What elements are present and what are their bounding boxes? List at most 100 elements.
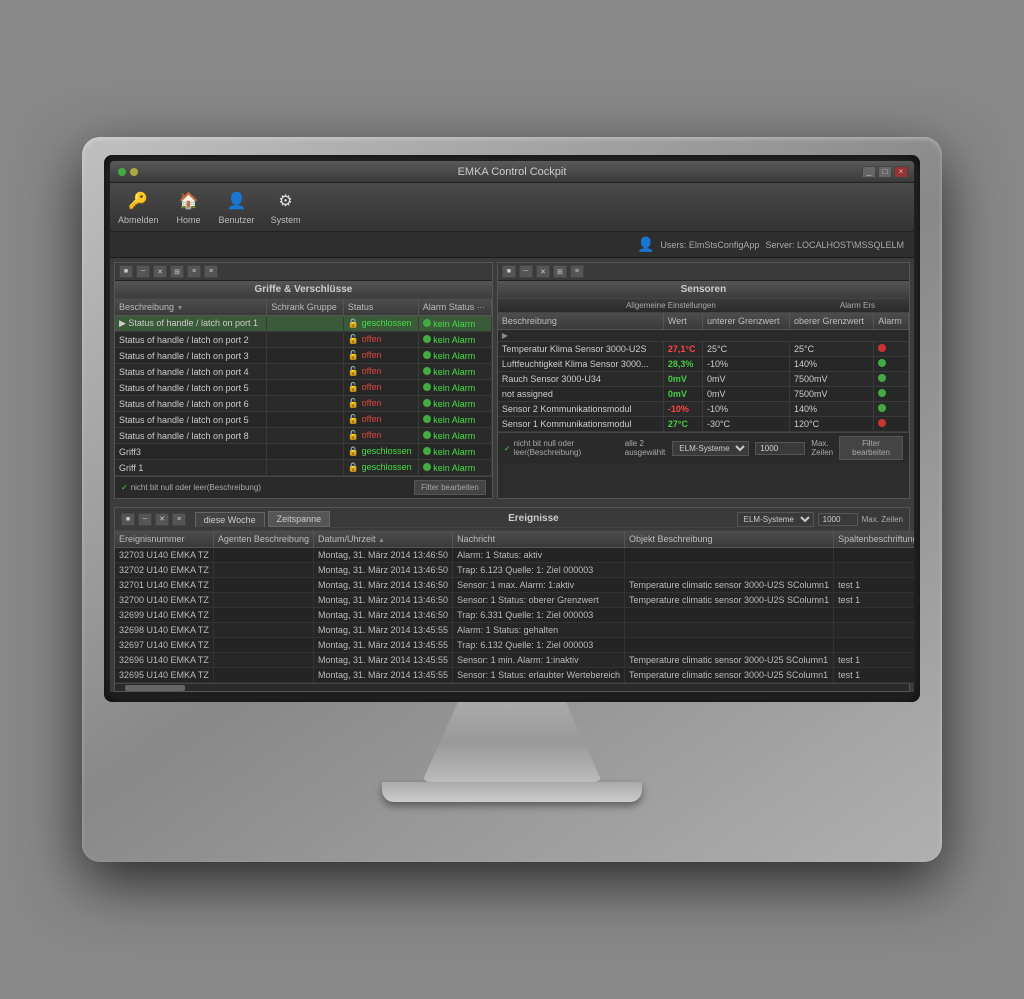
griffe-btn-4[interactable]: ⊞ bbox=[170, 265, 184, 278]
griffe-row[interactable]: Status of handle / latch on port 5 🔓 off… bbox=[115, 412, 491, 428]
toolbar-system[interactable]: ⚙ System bbox=[271, 189, 301, 225]
lock-icon: 🔒 bbox=[348, 462, 359, 472]
ereignisse-row[interactable]: 32697 U140 EMKA TZ Montag, 31. März 2014… bbox=[115, 638, 914, 653]
griffe-alarm: kein Alarm bbox=[418, 460, 491, 476]
sensoren-wert: 0mV bbox=[663, 372, 702, 387]
griffe-row[interactable]: ▶ Status of handle / latch on port 1 🔒 g… bbox=[115, 316, 491, 332]
griffe-btn-1[interactable]: ■ bbox=[119, 265, 133, 278]
sensoren-col-wert[interactable]: Wert bbox=[663, 313, 702, 330]
griffe-row[interactable]: Status of handle / latch on port 5 🔓 off… bbox=[115, 380, 491, 396]
sensoren-btn-1[interactable]: ■ bbox=[502, 265, 516, 278]
ereignisse-nr: 32701 U140 EMKA TZ bbox=[115, 578, 213, 593]
ereignisse-btn-2[interactable]: ─ bbox=[138, 513, 152, 526]
griffe-col-beschreibung[interactable]: Beschreibung ▼ bbox=[115, 299, 267, 316]
sensoren-col-upper[interactable]: oberer Grenzwert bbox=[789, 313, 873, 330]
home-label: Home bbox=[177, 215, 201, 225]
ereignisse-row[interactable]: 32703 U140 EMKA TZ Montag, 31. März 2014… bbox=[115, 548, 914, 563]
ereignisse-btn-4[interactable]: ≡ bbox=[172, 513, 186, 526]
ereignisse-col-nr[interactable]: Ereignisnummer bbox=[115, 531, 213, 548]
sensoren-panel: ■ ─ ✕ ⊞ ≡ Sensoren Allgemeine Einstellun… bbox=[497, 262, 910, 499]
elm-systeme-select[interactable]: ELM-Systeme bbox=[672, 441, 749, 456]
sensoren-btn-4[interactable]: ⊞ bbox=[553, 265, 567, 278]
elm-systeme-select-events[interactable]: ELM-Systeme bbox=[737, 512, 814, 527]
ereignisse-col-obj[interactable]: Objekt Beschreibung bbox=[624, 531, 833, 548]
ereignisse-row[interactable]: 32702 U140 EMKA TZ Montag, 31. März 2014… bbox=[115, 563, 914, 578]
sensoren-col-lower[interactable]: unterer Grenzwert bbox=[702, 313, 789, 330]
griffe-panel: ■ ─ ✕ ⊞ ≡ ≡ Griffe & Verschlüsse bbox=[114, 262, 493, 499]
griffe-btn-3[interactable]: ✕ bbox=[153, 265, 167, 278]
ereignisse-col-datum[interactable]: Datum/Uhrzeit ▲ bbox=[313, 531, 452, 548]
griffe-row[interactable]: Status of handle / latch on port 6 🔓 off… bbox=[115, 396, 491, 412]
ereignisse-btn-3[interactable]: ✕ bbox=[155, 513, 169, 526]
elm-value-input[interactable] bbox=[755, 442, 805, 455]
sensoren-col-beschreibung[interactable]: Beschreibung bbox=[498, 313, 664, 330]
ereignisse-col-col1[interactable]: Spaltenbeschriftung 1 bbox=[834, 531, 914, 548]
abmelden-icon: 🔑 bbox=[124, 189, 152, 213]
sensoren-row[interactable]: not assigned 0mV 0mV 7500mV bbox=[498, 387, 909, 402]
ereignisse-row[interactable]: 32696 U140 EMKA TZ Montag, 31. März 2014… bbox=[115, 653, 914, 668]
ereignisse-col1: test 1 bbox=[834, 653, 914, 668]
benutzer-icon: 👤 bbox=[223, 189, 251, 213]
griffe-row[interactable]: Status of handle / latch on port 8 🔓 off… bbox=[115, 428, 491, 444]
tab-zeitspanne[interactable]: Zeitspanne bbox=[268, 511, 331, 527]
ereignisse-agent bbox=[213, 638, 313, 653]
toolbar-abmelden[interactable]: 🔑 Abmelden bbox=[118, 189, 159, 225]
ereignisse-btn-1[interactable]: ■ bbox=[121, 513, 135, 526]
griffe-row[interactable]: Griff3 🔒 geschlossen kein Alarm bbox=[115, 444, 491, 460]
griffe-desc: Status of handle / latch on port 5 bbox=[115, 380, 267, 396]
griffe-filter-bar: ✓ nicht bit null oder leer(Beschreibung)… bbox=[115, 476, 492, 498]
sensoren-lower: 0mV bbox=[702, 372, 789, 387]
sensoren-row[interactable]: Rauch Sensor 3000-U34 0mV 0mV 7500mV bbox=[498, 372, 909, 387]
sensoren-btn-3[interactable]: ✕ bbox=[536, 265, 550, 278]
griffe-btn-6[interactable]: ≡ bbox=[204, 265, 218, 278]
ereignisse-datum: Montag, 31. März 2014 13:46:50 bbox=[313, 563, 452, 578]
griffe-row[interactable]: Status of handle / latch on port 3 🔓 off… bbox=[115, 348, 491, 364]
scrollbar-thumb[interactable] bbox=[125, 685, 185, 691]
sensoren-btn-2[interactable]: ─ bbox=[519, 265, 533, 278]
griffe-col-status[interactable]: Status bbox=[343, 299, 418, 316]
griffe-row[interactable]: Status of handle / latch on port 2 🔓 off… bbox=[115, 332, 491, 348]
ereignisse-row[interactable]: 32701 U140 EMKA TZ Montag, 31. März 2014… bbox=[115, 578, 914, 593]
ereignisse-scrollbar[interactable] bbox=[115, 683, 909, 691]
benutzer-label: Benutzer bbox=[219, 215, 255, 225]
alarm-dot bbox=[423, 415, 431, 423]
griffe-row[interactable]: Status of handle / latch on port 4 🔓 off… bbox=[115, 364, 491, 380]
ereignisse-col-msg[interactable]: Nachricht bbox=[453, 531, 625, 548]
sensoren-filter-button[interactable]: Filter bearbeiten bbox=[839, 436, 903, 460]
sensoren-row[interactable]: Luftfeuchtigkeit Klima Sensor 3000... 28… bbox=[498, 357, 909, 372]
ereignisse-row[interactable]: 32699 U140 EMKA TZ Montag, 31. März 2014… bbox=[115, 608, 914, 623]
ereignisse-row[interactable]: 32700 U140 EMKA TZ Montag, 31. März 2014… bbox=[115, 593, 914, 608]
sensoren-row[interactable]: Sensor 1 Kommunikationsmodul 27°C -30°C … bbox=[498, 417, 909, 432]
griffe-col-alarm[interactable]: Alarm Status ··· bbox=[418, 299, 491, 316]
griffe-alarm: kein Alarm bbox=[418, 332, 491, 348]
lock-icon: 🔓 bbox=[348, 350, 359, 360]
griffe-row[interactable]: Griff 1 🔒 geschlossen kein Alarm bbox=[115, 460, 491, 476]
griffe-btn-5[interactable]: ≡ bbox=[187, 265, 201, 278]
griffe-col-gruppe[interactable]: Schrank Gruppe bbox=[267, 299, 344, 316]
maximize-button[interactable]: □ bbox=[878, 166, 892, 178]
toolbar-benutzer[interactable]: 👤 Benutzer bbox=[219, 189, 255, 225]
sensoren-upper: 120°C bbox=[789, 417, 873, 432]
sensoren-col-alarm[interactable]: Alarm bbox=[874, 313, 909, 330]
ereignisse-msg: Trap: 6.331 Quelle: 1: Ziel 000003 bbox=[453, 608, 625, 623]
ereignisse-obj bbox=[624, 548, 833, 563]
griffe-gruppe bbox=[267, 348, 344, 364]
ereignisse-col-agent[interactable]: Agenten Beschreibung bbox=[213, 531, 313, 548]
griffe-status: 🔒 geschlossen bbox=[343, 316, 418, 332]
close-button[interactable]: × bbox=[894, 166, 908, 178]
sensoren-row[interactable]: Sensor 2 Kommunikationsmodul -10% -10% 1… bbox=[498, 402, 909, 417]
tab-diese-woche[interactable]: diese Woche bbox=[195, 512, 265, 527]
ereignisse-row[interactable]: 32698 U140 EMKA TZ Montag, 31. März 2014… bbox=[115, 623, 914, 638]
window-controls[interactable]: _ □ × bbox=[862, 166, 908, 178]
toolbar-home[interactable]: 🏠 Home bbox=[175, 189, 203, 225]
sensoren-filter-bar: ✓ nicht bit null oder leer(Beschreibung)… bbox=[498, 432, 909, 463]
sensoren-row[interactable]: Temperatur Klima Sensor 3000-U2S 27,1°C … bbox=[498, 342, 909, 357]
sensoren-btn-5[interactable]: ≡ bbox=[570, 265, 584, 278]
ereignisse-row[interactable]: 32695 U140 EMKA TZ Montag, 31. März 2014… bbox=[115, 668, 914, 683]
lock-icon: 🔒 bbox=[348, 318, 359, 328]
griffe-desc: Griff3 bbox=[115, 444, 267, 460]
griffe-filter-button[interactable]: Filter bearbeiten bbox=[414, 480, 486, 495]
minimize-button[interactable]: _ bbox=[862, 166, 876, 178]
griffe-btn-2[interactable]: ─ bbox=[136, 265, 150, 278]
max-zeilen-input-events[interactable] bbox=[818, 513, 858, 526]
